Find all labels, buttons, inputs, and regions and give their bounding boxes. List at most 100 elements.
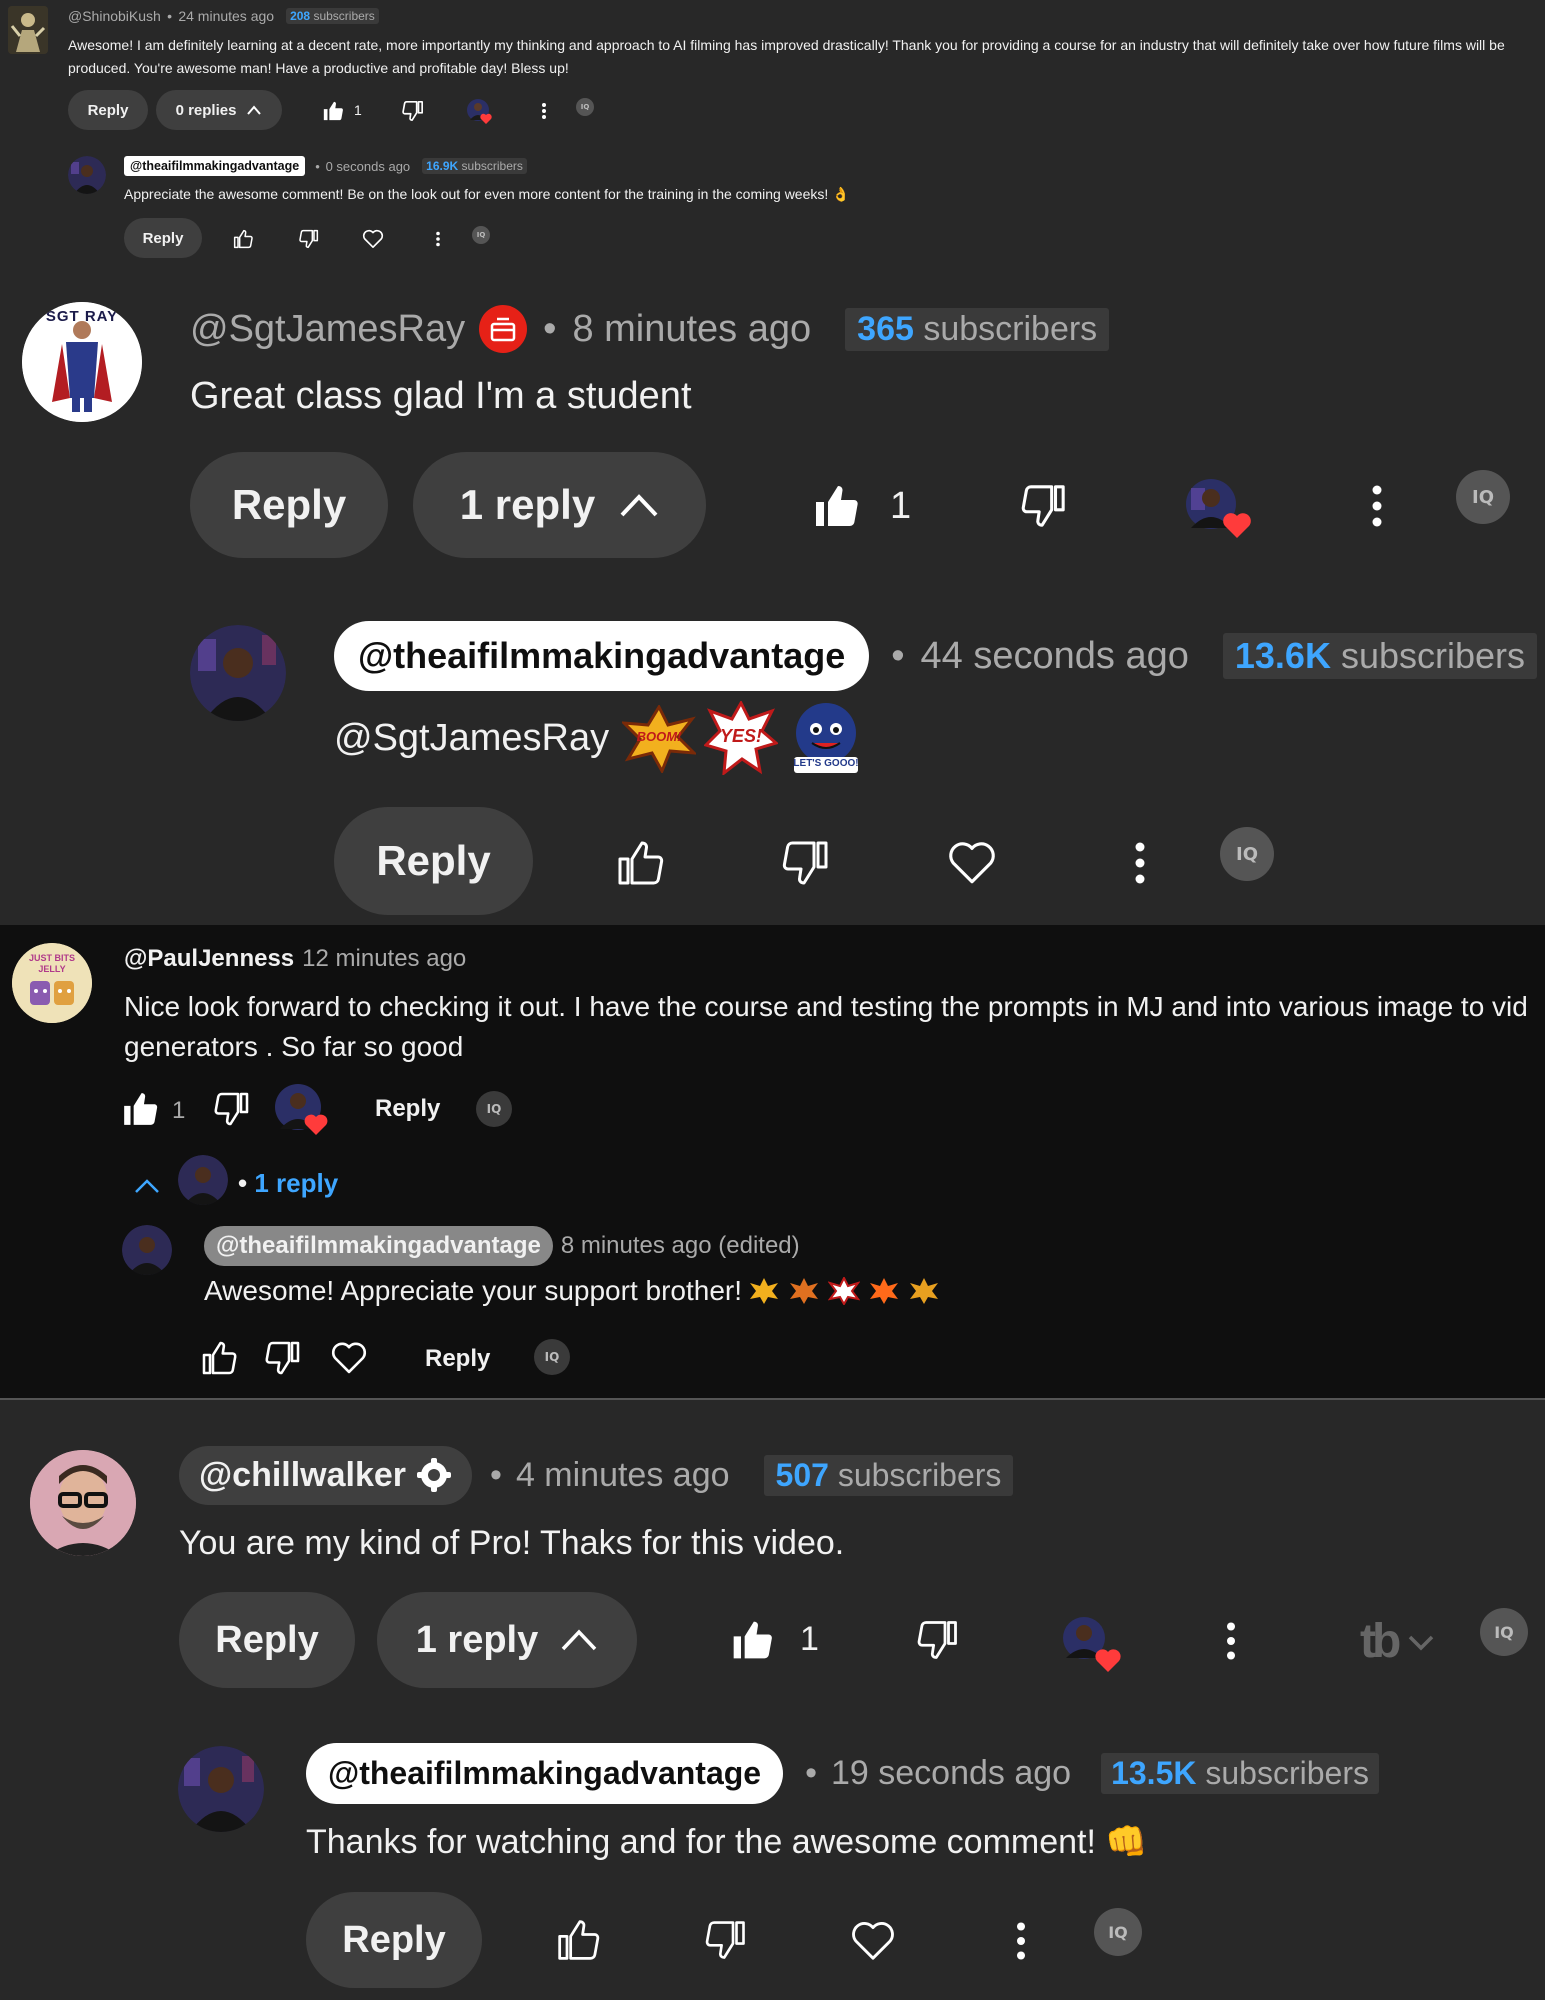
replier-avatar [178,1155,228,1205]
reply-text-content: Awesome! Appreciate your support brother… [204,1275,743,1306]
more-vertical-icon [1135,842,1145,884]
thumbs-down-icon [402,101,423,121]
dislike-button[interactable] [400,98,426,124]
like-button[interactable] [728,1616,776,1664]
iq-extension-icon[interactable]: IQ [1220,827,1274,881]
like-button[interactable] [320,98,346,124]
avatar[interactable] [8,6,48,54]
reply-meta: @theaifilmmakingadvantage 8 minutes ago … [204,1225,800,1267]
more-actions-button[interactable] [1220,1620,1242,1662]
replies-toggle-button[interactable]: 0 replies [156,90,282,130]
author-handle-badge[interactable]: @chillwalker [179,1445,473,1505]
heart-button[interactable] [848,1916,898,1966]
more-actions-button[interactable] [1010,1920,1032,1962]
dislike-button[interactable] [778,835,834,891]
heart-icon [331,1342,367,1374]
reply-button[interactable]: Reply [334,807,533,915]
like-button[interactable] [120,1089,160,1129]
like-button[interactable] [230,226,256,252]
iq-extension-icon[interactable]: IQ [1456,470,1510,524]
subscriber-word: subscribers [1340,635,1526,676]
dislike-button[interactable] [212,1089,252,1129]
reply-meta: @theaifilmmakingadvantage • 44 seconds a… [334,620,1538,692]
reply-avatar[interactable] [190,625,286,721]
reply-link[interactable]: Reply [425,1345,490,1373]
thumbs-down-icon [917,1621,957,1659]
like-button[interactable] [810,480,862,532]
creator-handle-badge[interactable]: @theaifilmmakingadvantage [306,1742,784,1804]
more-actions-button[interactable] [534,98,554,124]
creator-handle-badge[interactable]: @theaifilmmakingadvantage [124,156,306,176]
author-handle[interactable]: @SgtJamesRay [190,308,465,351]
dislike-button[interactable] [262,1337,304,1379]
view-replies-link[interactable]: • 1 reply [238,1168,338,1199]
more-actions-button[interactable] [428,226,448,252]
reply-button[interactable]: Reply [68,90,148,130]
dislike-button[interactable] [296,226,322,252]
replies-toggle-button[interactable]: 1 reply [413,452,706,558]
replies-count: 1 reply [415,1618,539,1661]
reply-button[interactable]: Reply [179,1592,355,1688]
creator-handle-badge[interactable]: @theaifilmmakingadvantage [204,1226,553,1266]
subscriber-count: 16.9K [426,159,459,173]
more-vertical-icon [542,103,546,119]
comment-meta: @PaulJenness 12 minutes ago [124,945,466,973]
more-actions-button[interactable] [1365,480,1389,532]
reply-meta: @theaifilmmakingadvantage • 0 seconds ag… [124,156,527,176]
subscriber-badge: 208 subscribers [286,8,379,24]
reply-link[interactable]: Reply [375,1095,440,1123]
heart-button[interactable] [328,1337,370,1379]
dislike-button[interactable] [914,1616,962,1664]
avatar-text: SGT RAY [45,308,119,325]
sticker-label: BOOM! [636,729,682,744]
iq-extension-icon[interactable]: IQ [1094,1908,1142,1956]
like-button[interactable] [554,1916,602,1964]
iq-extension-icon[interactable]: IQ [1480,1608,1528,1656]
tubebuddy-menu[interactable]: tb [1360,1614,1435,1669]
dislike-button[interactable] [1018,480,1070,532]
reply-time: 0 seconds ago [325,158,411,174]
iq-extension-icon[interactable]: IQ [534,1339,570,1375]
iq-extension-icon[interactable]: IQ [472,226,490,244]
iq-extension-icon[interactable]: IQ [476,1091,512,1127]
reply-button[interactable]: Reply [306,1892,482,1988]
heart-button[interactable] [944,835,1000,891]
iq-extension-icon[interactable]: IQ [576,98,594,116]
reply-button[interactable]: Reply [190,452,388,558]
author-handle[interactable]: @ShinobiKush [68,8,161,24]
heart-icon [362,229,384,248]
heart-button[interactable] [360,226,386,252]
replies-count: 1 reply [459,481,596,528]
reply-button[interactable]: Reply [124,218,202,258]
more-vertical-icon [1372,485,1382,527]
author-handle: @chillwalker [199,1455,407,1494]
reply-text: Awesome! Appreciate your support brother… [204,1275,940,1307]
reply-avatar[interactable] [122,1225,172,1275]
reply-avatar[interactable] [68,156,106,194]
separator-dot: • [543,307,557,350]
avatar-text: JUST BITS JELLY [28,953,75,974]
replies-toggle-button[interactable]: 1 reply [377,1592,637,1688]
comment-thread-pauljenness: JUST BITS JELLY @PaulJenness 12 minutes … [0,925,1545,1400]
thumbs-up-filled-icon [733,1621,772,1659]
collapse-replies-button[interactable] [132,1171,162,1201]
like-count: 1 [172,1097,186,1124]
more-actions-button[interactable] [1128,840,1152,886]
avatar[interactable] [30,1450,136,1556]
like-button[interactable] [198,1337,240,1379]
author-handle[interactable]: @PaulJenness [124,945,294,973]
avatar[interactable]: SGT RAY [22,302,142,422]
creator-heart-badge [274,1083,330,1139]
dislike-button[interactable] [702,1916,750,1964]
creator-handle-badge[interactable]: @theaifilmmakingadvantage [334,621,870,691]
more-vertical-icon [1017,1922,1025,1960]
like-count: 1 [354,102,362,118]
subscriber-badge: 16.9K subscribers [422,158,527,174]
creator-heart-badge [1062,1616,1122,1676]
avatar[interactable]: JUST BITS JELLY [12,943,92,1023]
subscriber-count: 208 [290,9,311,23]
subscriber-word: subscribers [461,159,523,173]
thumbs-down-icon [265,1341,300,1375]
like-button[interactable] [612,835,668,891]
reply-avatar[interactable] [178,1746,264,1832]
